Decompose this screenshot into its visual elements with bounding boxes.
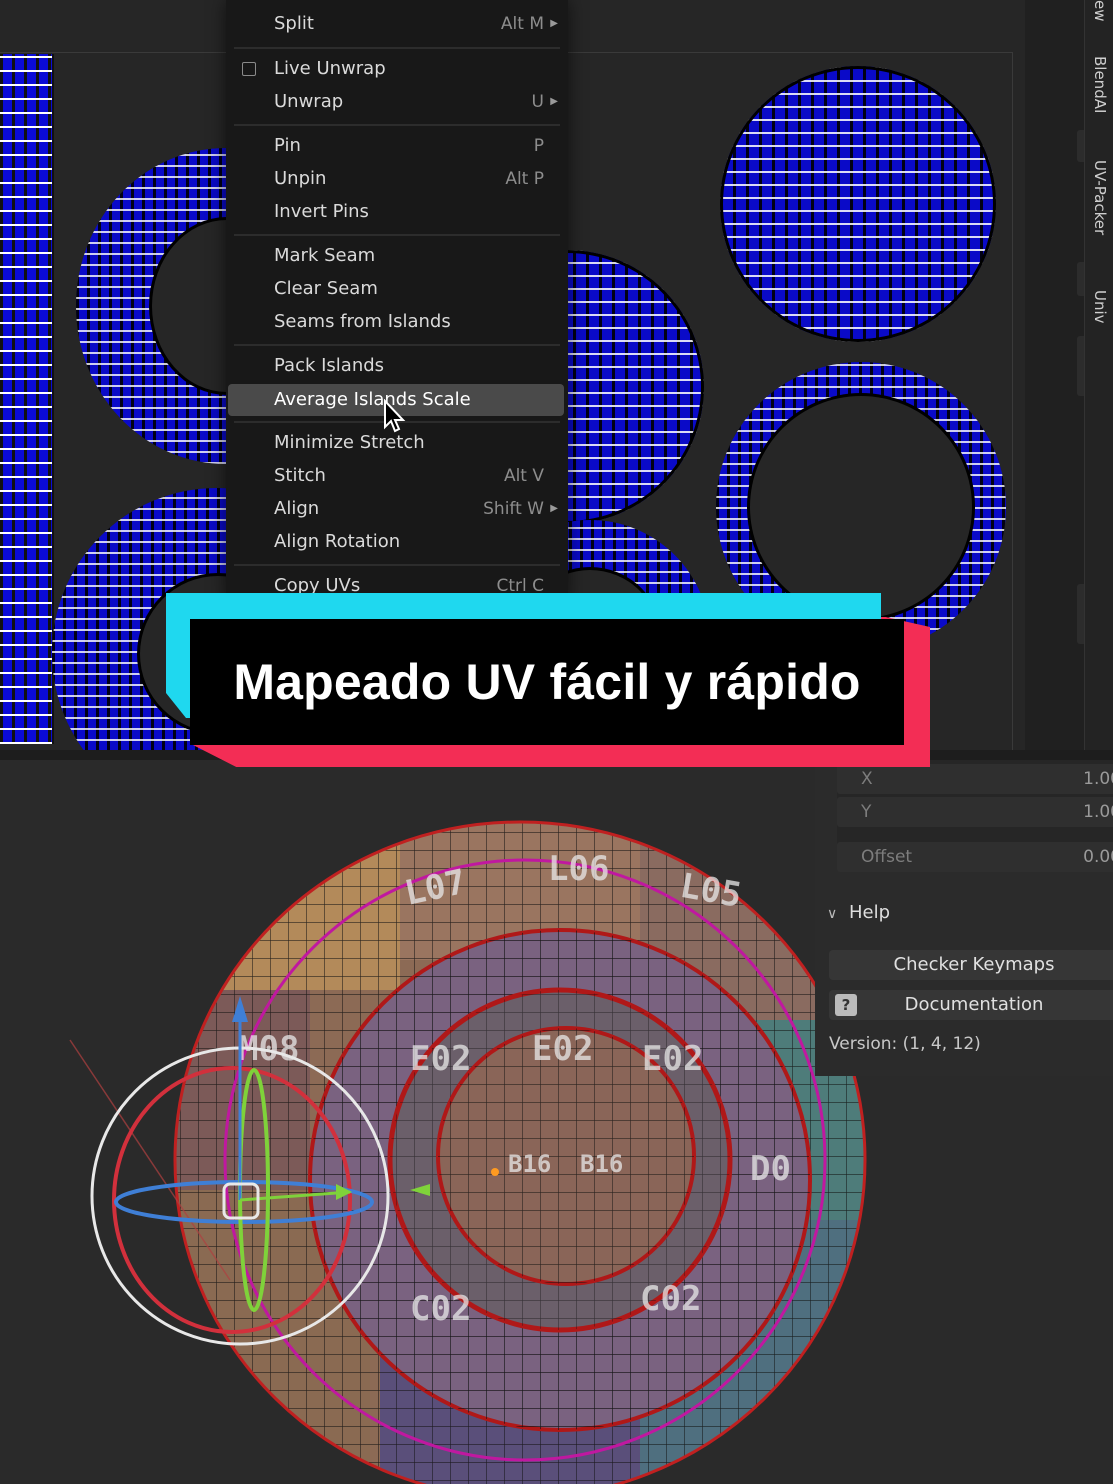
- menu-item-stitch[interactable]: Stitch Alt V: [226, 460, 568, 492]
- mouse-pointer-icon: [384, 399, 406, 433]
- menu-item-live-unwrap[interactable]: Live Unwrap: [226, 53, 568, 85]
- submenu-arrow-icon: ▶: [550, 503, 558, 514]
- sidebar-tab-blendai[interactable]: BlendAI: [1091, 56, 1109, 113]
- menu-item-clear-seam[interactable]: Clear Seam: [226, 273, 568, 305]
- menu-item-unwrap[interactable]: Unwrap U ▶: [226, 86, 568, 118]
- sidebar-tab-view[interactable]: ew: [1091, 0, 1109, 22]
- texture-label: C02: [410, 1289, 471, 1329]
- menu-item-align-rotation[interactable]: Align Rotation: [226, 526, 568, 558]
- menu-item-mark-seam[interactable]: Mark Seam: [226, 240, 568, 272]
- texture-label: B16: [508, 1150, 551, 1178]
- texture-label: B16: [580, 1150, 623, 1178]
- sidebar-tab-uv-packer[interactable]: UV-Packer: [1091, 160, 1109, 235]
- texture-label: L06: [548, 849, 609, 889]
- documentation-button[interactable]: Documentation: [829, 990, 1113, 1020]
- texture-label: C02: [640, 1279, 701, 1319]
- prop-offset[interactable]: Offset 0.00: [837, 842, 1113, 872]
- texture-label: E02: [410, 1039, 471, 1079]
- menu-item-unpin[interactable]: Unpin Alt P: [226, 163, 568, 195]
- menu-item-pin[interactable]: Pin P: [226, 130, 568, 162]
- texture-label: E02: [532, 1029, 593, 1069]
- sidebar-tabs: ew BlendAI UV-Packer Univ: [1084, 0, 1113, 750]
- submenu-arrow-icon: ▶: [550, 96, 558, 107]
- version-label: Version: (1, 4, 12): [829, 1034, 981, 1054]
- origin-dot: [491, 1168, 499, 1176]
- title-banner: Mapeado UV fácil y rápido: [166, 593, 931, 769]
- sidebar-tab-univ[interactable]: Univ: [1091, 290, 1109, 324]
- checkbox-icon[interactable]: [242, 62, 256, 76]
- menu-item-split[interactable]: Split Alt M ▶: [226, 8, 568, 40]
- checker-keymaps-button[interactable]: Checker Keymaps: [829, 950, 1113, 980]
- menu-item-align[interactable]: Align Shift W ▶: [226, 493, 568, 525]
- sidebar-region: [1025, 0, 1085, 750]
- help-panel-header[interactable]: ∨ Help: [827, 902, 890, 923]
- banner-title: Mapeado UV fácil y rápido: [233, 654, 861, 710]
- question-book-icon: ?: [835, 994, 857, 1016]
- submenu-arrow-icon: ▶: [550, 18, 558, 29]
- uv-island-sphere[interactable]: [720, 66, 996, 342]
- uv-context-menu: Split Alt M ▶ Live Unwrap Unwrap U ▶ Pin…: [226, 0, 568, 598]
- uv-island-strip[interactable]: [0, 54, 54, 744]
- properties-panel: X 1.00 Y 1.00 Offset 0.00 ∨ Help Checker…: [815, 760, 1113, 1076]
- chevron-down-icon: ∨: [827, 906, 838, 922]
- menu-item-invert-pins[interactable]: Invert Pins: [226, 196, 568, 228]
- prop-y[interactable]: Y 1.00: [837, 797, 1113, 827]
- uv-island-hole: [750, 396, 972, 618]
- menu-item-seams-from-islands[interactable]: Seams from Islands: [226, 306, 568, 338]
- texture-label: D0: [750, 1149, 791, 1189]
- menu-item-pack-islands[interactable]: Pack Islands: [226, 350, 568, 382]
- texture-label: E02: [642, 1039, 703, 1079]
